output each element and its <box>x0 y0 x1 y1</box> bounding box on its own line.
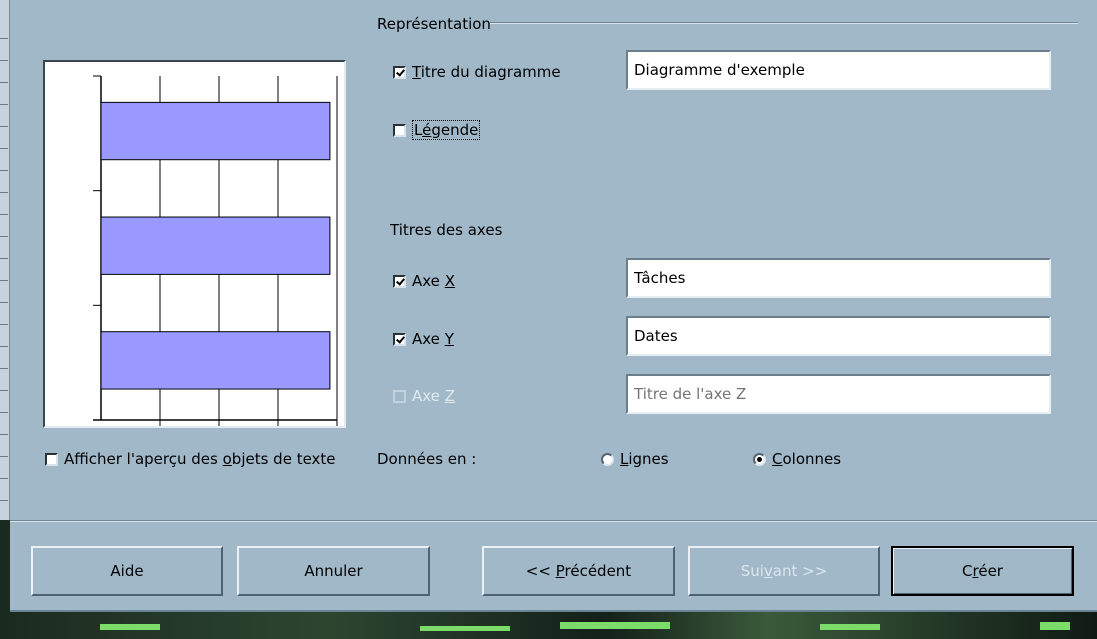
radio-rows-label: Lignes <box>620 450 669 468</box>
spreadsheet-ruler <box>0 0 10 520</box>
create-button-label: Créer <box>962 562 1003 580</box>
desktop-decoration <box>420 626 510 631</box>
chart-wizard-dialog: Représentation Titre du diagramme Légend… <box>10 0 1097 612</box>
axis-x-checkbox-row[interactable]: Axe X <box>393 272 455 290</box>
help-button[interactable]: Aide <box>31 546 223 596</box>
axis-z-label: Axe Z <box>412 387 455 405</box>
axis-y-checkbox[interactable] <box>393 332 406 346</box>
axis-z-checkbox-row: Axe Z <box>393 387 455 405</box>
axis-x-checkbox[interactable] <box>393 274 406 288</box>
axis-x-label: Axe X <box>412 272 455 290</box>
previous-button-label: << Précédent <box>525 562 632 580</box>
preview-text-objects-checkbox-row[interactable]: Afficher l'aperçu des objets de texte <box>45 450 336 468</box>
radio-columns[interactable]: Colonnes <box>753 450 841 468</box>
preview-text-objects-label: Afficher l'aperçu des objets de texte <box>64 450 336 468</box>
preview-text-objects-checkbox[interactable] <box>45 452 58 466</box>
radio-rows[interactable]: Lignes <box>601 450 669 468</box>
chart-preview-svg <box>93 75 338 426</box>
chart-preview <box>43 60 346 428</box>
radio-columns-label: Colonnes <box>772 450 842 468</box>
cancel-button[interactable]: Annuler <box>237 546 430 596</box>
group-separator <box>490 22 1078 24</box>
dialog-separator <box>10 520 1097 522</box>
chart-title-checkbox[interactable] <box>393 65 406 79</box>
legend-checkbox-row[interactable]: Légende <box>393 120 481 140</box>
desktop-decoration <box>820 624 880 630</box>
axis-y-input[interactable] <box>626 316 1051 356</box>
axis-y-checkbox-row[interactable]: Axe Y <box>393 330 454 348</box>
previous-button[interactable]: << Précédent <box>482 546 675 596</box>
axis-y-label: Axe Y <box>412 330 454 348</box>
desktop-decoration <box>560 622 670 629</box>
axis-x-input[interactable] <box>626 258 1051 298</box>
chart-title-input[interactable] <box>626 50 1051 90</box>
legend-label: Légende <box>412 120 481 140</box>
preview-bars <box>100 101 331 390</box>
desktop-decoration <box>100 624 160 630</box>
desktop-decoration <box>1040 622 1070 630</box>
radio-columns-button[interactable] <box>753 452 766 466</box>
radio-rows-button[interactable] <box>601 452 614 466</box>
axis-z-checkbox <box>393 389 406 403</box>
chart-title-checkbox-row[interactable]: Titre du diagramme <box>393 63 561 81</box>
create-button[interactable]: Créer <box>891 546 1074 596</box>
axis-z-input <box>626 374 1051 414</box>
next-button: Suivant >> <box>688 546 880 596</box>
cancel-button-label: Annuler <box>304 562 363 580</box>
data-in-label: Données en : <box>377 450 477 468</box>
preview-bar <box>100 216 331 275</box>
group-title: Représentation <box>377 15 491 33</box>
legend-checkbox[interactable] <box>393 123 406 137</box>
axes-section-label: Titres des axes <box>390 221 503 239</box>
chart-title-label: Titre du diagramme <box>412 63 561 81</box>
next-button-label: Suivant >> <box>740 562 828 580</box>
preview-bar <box>100 331 331 390</box>
preview-bar <box>100 101 331 161</box>
